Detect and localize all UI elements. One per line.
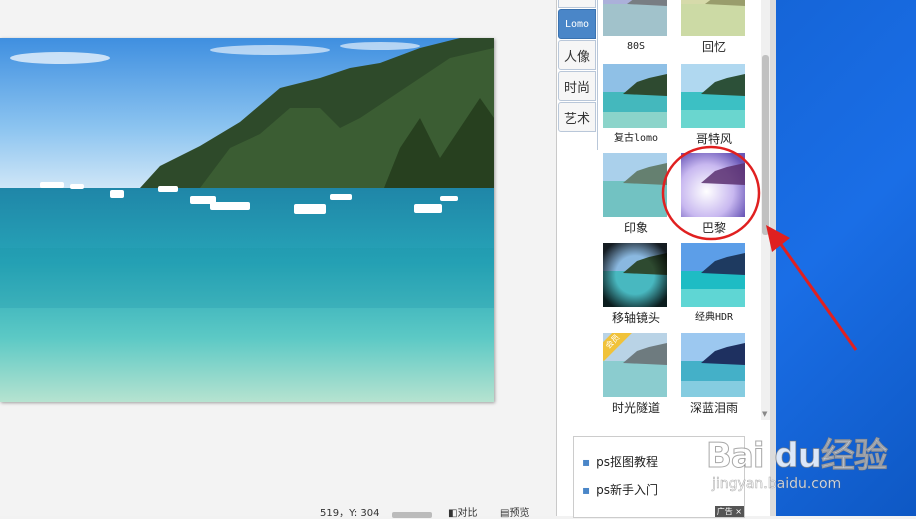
filter-paris[interactable]: 巴黎 xyxy=(681,153,747,235)
ad-link-cutout-tutorial[interactable]: ▪ ps抠图教程 xyxy=(582,453,658,470)
ad-link-text: ps新手入门 xyxy=(596,483,659,497)
ad-tag-label: 广告 xyxy=(716,507,733,516)
status-bar: 519，Y: 304 ◧对比 ▤预览 xyxy=(300,504,556,519)
filter-thumbnail xyxy=(603,0,667,36)
filter-label: 深蓝泪雨 xyxy=(689,401,738,415)
filter-label: 巴黎 xyxy=(701,221,726,235)
filter-thumbnail xyxy=(681,0,745,36)
thumb-classic-hdr xyxy=(681,243,745,307)
filter-label: 经典HDR xyxy=(694,312,734,323)
filter-label: 80S xyxy=(626,41,646,52)
tab-art[interactable]: 艺术 xyxy=(558,102,596,132)
ad-link-beginner[interactable]: ▪ ps新手入门 xyxy=(582,481,658,498)
filter-thumbnail xyxy=(681,243,745,307)
preview-label: 预览 xyxy=(509,508,530,519)
baidu-watermark: Bai du经验 jingyan.baidu.com xyxy=(706,418,906,508)
filter-thumbnail xyxy=(603,153,667,217)
filter-thumbnail xyxy=(681,333,745,397)
thumb-impression xyxy=(603,153,667,217)
canvas-area: 519，Y: 304 ◧对比 ▤预览 xyxy=(0,0,556,519)
filter-thumbnail: 会员 xyxy=(603,333,667,397)
filter-thumbnail xyxy=(681,64,745,128)
thumb-80s xyxy=(603,0,667,36)
ad-link-text: ps抠图教程 xyxy=(596,455,659,469)
filter-80s[interactable]: 80S xyxy=(603,0,669,54)
watermark-brand: Bai du经验 xyxy=(706,436,889,477)
tab-portrait[interactable]: 人像 xyxy=(558,40,596,70)
tab-lomo[interactable]: Lomo xyxy=(558,9,596,39)
tabs-divider xyxy=(597,0,598,150)
filter-thumbnail xyxy=(603,243,667,307)
edited-photo[interactable] xyxy=(0,38,494,402)
thumb-tilt-shift xyxy=(603,243,667,307)
preview-button[interactable]: ▤预览 xyxy=(500,504,529,519)
compare-button[interactable]: ◧对比 xyxy=(448,504,477,519)
photo-image xyxy=(0,38,494,402)
filter-label: 复古lomo xyxy=(613,133,659,144)
watermark-url: jingyan.baidu.com xyxy=(712,476,842,493)
tab-fashion[interactable]: 时尚 xyxy=(558,71,596,101)
close-icon[interactable]: × xyxy=(735,507,742,516)
zoom-slider[interactable] xyxy=(392,512,432,518)
bullet-icon: ▪ xyxy=(582,483,591,497)
cursor-coordinates: 519，Y: 304 xyxy=(320,508,380,519)
bullet-icon: ▪ xyxy=(582,455,591,469)
thumb-memory xyxy=(681,0,745,36)
thumb-gothic xyxy=(681,64,745,128)
thumb-deep-blue-rain xyxy=(681,333,745,397)
scroll-down-arrow-icon[interactable]: ▼ xyxy=(762,410,767,418)
filter-label: 移轴镜头 xyxy=(611,311,660,325)
thumb-retro-lomo xyxy=(603,64,667,128)
filter-tilt-shift[interactable]: 移轴镜头 xyxy=(603,243,669,325)
filter-label: 哥特风 xyxy=(695,132,732,146)
thumb-paris xyxy=(681,153,745,217)
scrollbar-thumb[interactable] xyxy=(762,55,769,235)
filter-thumbnail xyxy=(681,153,745,217)
filter-label: 印象 xyxy=(623,221,648,235)
filter-label: 回忆 xyxy=(701,40,726,54)
filter-impression[interactable]: 印象 xyxy=(603,153,669,235)
compare-label: 对比 xyxy=(457,508,478,519)
filter-label: 时光隧道 xyxy=(611,401,660,415)
filter-classic-hdr[interactable]: 经典HDR xyxy=(681,243,747,325)
filter-memory[interactable]: 回忆 xyxy=(681,0,747,54)
filter-deep-blue-rain[interactable]: 深蓝泪雨 xyxy=(681,333,747,415)
filter-time-tunnel[interactable]: 会员 时光隧道 xyxy=(603,333,669,415)
tab-top-edge xyxy=(558,0,596,8)
filter-thumbnail xyxy=(603,64,667,128)
filter-retro-lomo[interactable]: 复古lomo xyxy=(603,64,669,146)
filter-gothic[interactable]: 哥特风 xyxy=(681,64,747,146)
